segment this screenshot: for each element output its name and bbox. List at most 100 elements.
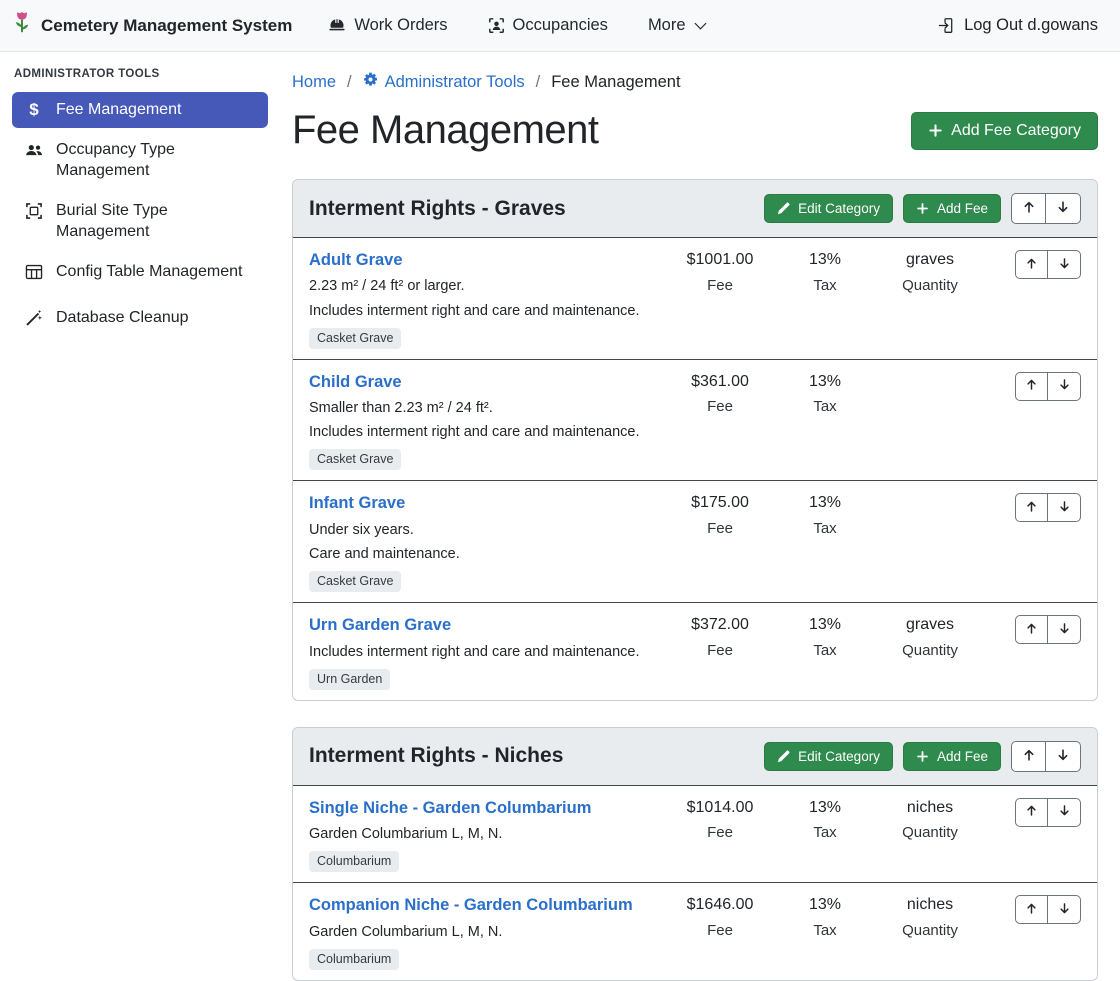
arrow-down-icon (1056, 200, 1070, 217)
fee-name-link[interactable]: Child Grave (309, 373, 402, 391)
move-fee-up-button[interactable] (1015, 372, 1048, 401)
fee-tax: 13% (779, 798, 871, 819)
nav-label: Occupancies (513, 16, 608, 35)
move-fee-down-button[interactable] (1048, 493, 1081, 522)
breadcrumb-separator: / (347, 73, 352, 92)
fee-tax-label: Tax (779, 641, 871, 661)
fee-tax-cell: 13% Tax (779, 895, 871, 940)
fee-info: Child Grave Smaller than 2.23 m² / 24 ft… (309, 372, 661, 471)
fee-quantity-label: Quantity (871, 641, 989, 661)
fee-row: Single Niche - Garden Columbarium Garden… (293, 786, 1097, 884)
fee-amount-label: Fee (661, 823, 779, 843)
nav-more[interactable]: More (648, 16, 707, 35)
fee-info: Companion Niche - Garden Columbarium Gar… (309, 895, 661, 970)
arrow-down-icon (1058, 257, 1071, 273)
sidebar: ADMINISTRATOR TOOLS $ Fee Management Occ… (0, 52, 280, 939)
fee-row: Infant Grave Under six years. Care and m… (293, 481, 1097, 603)
move-category-down-button[interactable] (1046, 193, 1081, 224)
move-fee-up-button[interactable] (1015, 615, 1048, 644)
flower-logo-icon (12, 10, 32, 41)
fee-amount-label: Fee (661, 921, 779, 941)
add-fee-label: Add Fee (937, 201, 988, 216)
move-fee-down-button[interactable] (1048, 895, 1081, 924)
arrow-down-icon (1058, 804, 1071, 820)
edit-category-button[interactable]: Edit Category (764, 194, 893, 223)
edit-category-label: Edit Category (798, 201, 880, 216)
add-fee-button[interactable]: Add Fee (903, 742, 1001, 771)
move-category-down-button[interactable] (1046, 741, 1081, 772)
fee-name-link[interactable]: Urn Garden Grave (309, 616, 451, 634)
move-fee-down-button[interactable] (1048, 250, 1081, 279)
arrow-up-icon (1022, 200, 1036, 217)
fee-info: Adult Grave 2.23 m² / 24 ft² or larger. … (309, 250, 661, 349)
sidebar-nav: $ Fee Management Occupancy Type Manageme… (12, 92, 268, 341)
arrow-up-icon (1025, 378, 1038, 394)
fee-type-badge: Casket Grave (309, 449, 401, 470)
fee-info: Single Niche - Garden Columbarium Garden… (309, 798, 661, 873)
move-fee-down-button[interactable] (1048, 372, 1081, 401)
pencil-icon (777, 202, 790, 215)
fee-info: Urn Garden Grave Includes interment righ… (309, 615, 661, 690)
fee-category-card: Interment Rights - Niches Edit Category … (292, 727, 1098, 981)
arrow-up-icon (1025, 500, 1038, 516)
sidebar-item-occupancy-type-management[interactable]: Occupancy Type Management (12, 132, 268, 189)
fee-name-link[interactable]: Adult Grave (309, 251, 403, 269)
badge-line: Urn Garden (309, 669, 661, 690)
move-fee-up-button[interactable] (1015, 895, 1048, 924)
nav-occupancies[interactable]: Occupancies (488, 16, 608, 35)
move-fee-up-button[interactable] (1015, 493, 1048, 522)
edit-category-button[interactable]: Edit Category (764, 742, 893, 771)
brand-link[interactable]: Cemetery Management System (12, 10, 292, 41)
sidebar-item-database-cleanup[interactable]: Database Cleanup (12, 300, 268, 341)
move-fee-down-button[interactable] (1048, 615, 1081, 644)
fee-tax: 13% (779, 250, 871, 271)
move-category-up-button[interactable] (1011, 741, 1046, 772)
breadcrumb-admin-tools[interactable]: Administrator Tools (363, 72, 525, 92)
fee-name-link[interactable]: Companion Niche - Garden Columbarium (309, 896, 633, 914)
breadcrumb-current: Fee Management (551, 73, 680, 92)
move-fee-up-button[interactable] (1015, 798, 1048, 827)
arrow-down-icon (1056, 748, 1070, 765)
add-fee-category-button[interactable]: Add Fee Category (911, 112, 1098, 150)
table-icon (24, 263, 44, 287)
logout-link[interactable]: Log Out d.gowans (938, 16, 1098, 35)
fee-quantity-cell (871, 372, 989, 377)
sidebar-heading: ADMINISTRATOR TOOLS (14, 68, 266, 80)
add-fee-button[interactable]: Add Fee (903, 194, 1001, 223)
fee-quantity: graves (871, 250, 989, 271)
arrow-down-icon (1058, 378, 1071, 394)
badge-line: Casket Grave (309, 328, 661, 349)
fee-row: Urn Garden Grave Includes interment righ… (293, 603, 1097, 700)
move-fee-down-button[interactable] (1048, 798, 1081, 827)
fee-description: 2.23 m² / 24 ft² or larger. (309, 277, 661, 295)
fee-name-link[interactable]: Infant Grave (309, 494, 405, 512)
fee-list: Adult Grave 2.23 m² / 24 ft² or larger. … (293, 238, 1097, 700)
fee-category-card: Interment Rights - Graves Edit Category … (292, 179, 1098, 701)
fee-row: Companion Niche - Garden Columbarium Gar… (293, 883, 1097, 980)
sidebar-item-label: Fee Management (56, 100, 181, 120)
fee-quantity-label: Quantity (871, 921, 989, 941)
fee-tax-cell: 13% Tax (779, 493, 871, 538)
fee-quantity-cell: niches Quantity (871, 798, 989, 843)
move-category-up-button[interactable] (1011, 193, 1046, 224)
fee-quantity-label: Quantity (871, 276, 989, 296)
bounding-box-icon (24, 202, 44, 226)
sidebar-item-burial-site-type-management[interactable]: Burial Site Type Management (12, 193, 268, 250)
badge-line: Casket Grave (309, 571, 661, 592)
fee-name-link[interactable]: Single Niche - Garden Columbarium (309, 799, 591, 817)
fee-amount: $1014.00 (661, 798, 779, 819)
fee-reorder-buttons (1015, 615, 1081, 644)
fee-tax: 13% (779, 895, 871, 916)
fee-amount: $175.00 (661, 493, 779, 514)
fee-tax-cell: 13% Tax (779, 250, 871, 295)
breadcrumb-admin-label: Administrator Tools (385, 73, 525, 92)
sidebar-item-config-table-management[interactable]: Config Table Management (12, 254, 268, 295)
fee-amount-label: Fee (661, 397, 779, 417)
breadcrumb-home[interactable]: Home (292, 73, 336, 92)
main-nav: Work Orders Occupancies More (328, 16, 706, 35)
nav-work-orders[interactable]: Work Orders (328, 16, 447, 35)
sidebar-item-label: Occupancy Type Management (56, 140, 256, 181)
dollar-icon: $ (24, 101, 44, 118)
sidebar-item-fee-management[interactable]: $ Fee Management (12, 92, 268, 128)
move-fee-up-button[interactable] (1015, 250, 1048, 279)
